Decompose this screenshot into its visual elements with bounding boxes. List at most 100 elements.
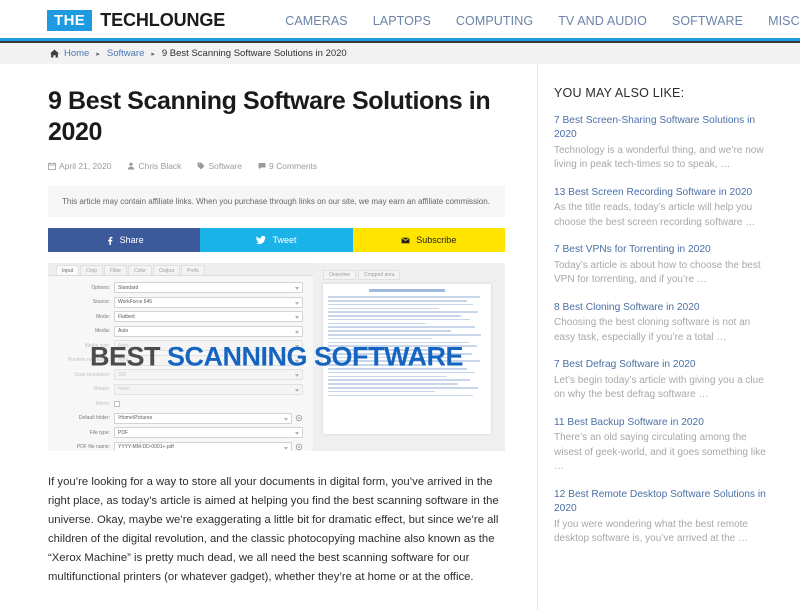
scanner-field-default-folder: Default folder: \Home\Pictures bbox=[52, 412, 303, 424]
calendar-icon bbox=[48, 162, 56, 170]
meta-date-text: April 21, 2020 bbox=[59, 161, 112, 171]
home-icon bbox=[50, 49, 59, 58]
overlay-text-first: BEST bbox=[89, 341, 167, 372]
scanner-field-file-type-label: File type: bbox=[89, 429, 110, 436]
doc-line bbox=[328, 375, 447, 378]
scanner-field-rotate-value: None bbox=[114, 383, 304, 395]
gear-icon-2 bbox=[295, 444, 303, 451]
sidebar-excerpt-remote-desktop: If you were wondering what the best remo… bbox=[554, 518, 748, 545]
article-column: 9 Best Scanning Software Solutions in 20… bbox=[0, 64, 537, 610]
doc-line bbox=[328, 318, 471, 321]
meta-date: April 21, 2020 bbox=[48, 161, 111, 171]
sidebar-link-backup[interactable]: 11 Best Backup Software in 2020 bbox=[554, 416, 770, 430]
sidebar-excerpt-screen-sharing: Technology is a wonderful thing, and we’… bbox=[554, 144, 764, 171]
scanner-field-options: Options: Standard bbox=[52, 282, 304, 294]
content-wrapper: 9 Best Scanning Software Solutions in 20… bbox=[0, 64, 800, 610]
overlay-text-second: SCANNING SOFTWARE bbox=[167, 341, 464, 372]
scanner-tab-filter: Filter bbox=[103, 265, 128, 276]
nav-item-laptops[interactable]: LAPTOPS bbox=[373, 14, 431, 28]
site-logo[interactable]: THE TECHLOUNGE bbox=[47, 9, 226, 32]
meta-comments: 9 Comments bbox=[258, 161, 317, 171]
share-twitter-button[interactable]: Tweet bbox=[200, 228, 353, 253]
facebook-icon bbox=[107, 236, 113, 245]
scanner-tab-prefs: Prefs bbox=[181, 265, 205, 276]
twitter-icon bbox=[256, 236, 267, 245]
scanner-field-file-type-value: PDF bbox=[114, 427, 304, 439]
sidebar-excerpt-backup: There’s an old saying circulating among … bbox=[554, 432, 766, 473]
sidebar-link-screen-sharing[interactable]: 7 Best Screen-Sharing Software Solutions… bbox=[554, 114, 770, 143]
sidebar-excerpt-defrag: Let’s begin today’s article with giving … bbox=[554, 374, 764, 401]
scanner-tab-output: Output bbox=[153, 265, 181, 276]
site-header: THE TECHLOUNGE CAMERAS LAPTOPS COMPUTING… bbox=[0, 0, 800, 41]
document-tab-cropped-area: Cropped area bbox=[357, 270, 401, 281]
subscribe-button[interactable]: Subscribe bbox=[352, 228, 505, 253]
scanner-field-default-folder-value: \Home\Pictures bbox=[114, 412, 293, 424]
scanner-field-media-value: Auto bbox=[114, 325, 304, 337]
scanner-field-pdf-file-name-value: YYYY-MM-DD-0001+.pdf bbox=[114, 441, 293, 452]
list-item: 7 Best Defrag Software in 2020 Let’s beg… bbox=[554, 358, 770, 402]
doc-line bbox=[328, 337, 433, 340]
scanner-field-options-label: Options: bbox=[91, 284, 110, 291]
user-icon bbox=[128, 162, 135, 170]
page-title: 9 Best Scanning Software Solutions in 20… bbox=[48, 87, 491, 146]
tag-icon bbox=[197, 162, 205, 170]
scanner-tab-bar: Input Crop Filter Color Output Prefs bbox=[48, 263, 314, 277]
logo-wordmark: TECHLOUNGE bbox=[100, 10, 226, 30]
sidebar-excerpt-screen-recording: As the title reads, today’s article will… bbox=[554, 202, 756, 228]
scanner-field-file-type: File type: PDF bbox=[52, 427, 304, 439]
scanner-field-default-folder-label: Default folder: bbox=[78, 415, 110, 422]
breadcrumb-home[interactable]: Home bbox=[64, 48, 89, 59]
share-twitter-label: Tweet bbox=[272, 235, 297, 246]
sidebar-link-cloning[interactable]: 8 Best Cloning Software in 2020 bbox=[554, 301, 770, 315]
doc-line bbox=[328, 334, 482, 336]
list-item: 7 Best Screen-Sharing Software Solutions… bbox=[554, 114, 770, 173]
list-item: 11 Best Backup Software in 2020 There’s … bbox=[554, 416, 770, 475]
doc-line bbox=[328, 394, 474, 397]
breadcrumb-current: 9 Best Scanning Software Solutions in 20… bbox=[161, 48, 347, 59]
envelope-icon bbox=[401, 237, 410, 243]
meta-comments-text[interactable]: 9 Comments bbox=[269, 161, 317, 171]
sidebar-link-remote-desktop[interactable]: 12 Best Remote Desktop Software Solution… bbox=[554, 488, 770, 517]
doc-line bbox=[328, 303, 474, 306]
logo-badge: THE bbox=[47, 9, 93, 32]
doc-line bbox=[328, 330, 452, 332]
meta-category-text[interactable]: Software bbox=[208, 161, 242, 171]
scanner-field-mirror: Mirror: bbox=[52, 398, 303, 409]
breadcrumb-category[interactable]: Software bbox=[107, 48, 145, 59]
scanner-tab-input: Input bbox=[56, 265, 80, 276]
sidebar-excerpt-cloning: Choosing the best cloning software is no… bbox=[554, 317, 751, 343]
article-meta: April 21, 2020 Chris Black Software 9 Co… bbox=[48, 161, 505, 171]
nav-item-tv-and-audio[interactable]: TV AND AUDIO bbox=[558, 14, 647, 28]
nav-item-computing[interactable]: COMPUTING bbox=[456, 14, 533, 28]
doc-line bbox=[328, 299, 468, 302]
featured-image: Input Crop Filter Color Output Prefs Opt… bbox=[48, 263, 505, 452]
doc-line bbox=[328, 390, 436, 393]
breadcrumb-separator-1: ▸ bbox=[96, 50, 100, 58]
doc-line bbox=[328, 296, 480, 298]
doc-line bbox=[328, 315, 461, 317]
sidebar-link-defrag[interactable]: 7 Best Defrag Software in 2020 bbox=[554, 358, 770, 372]
doc-line bbox=[328, 322, 426, 325]
scanner-field-mode-label: Mode: bbox=[96, 313, 110, 320]
share-facebook-label: Share bbox=[119, 235, 144, 246]
share-facebook-button[interactable]: Share bbox=[48, 228, 201, 253]
scanner-field-source: Source: WorkForce 645 bbox=[52, 296, 304, 308]
sidebar-link-screen-recording[interactable]: 13 Best Screen Recording Software in 202… bbox=[554, 186, 770, 200]
nav-item-software[interactable]: SOFTWARE bbox=[672, 14, 743, 28]
scanner-field-mode: Mode: Flatbed bbox=[52, 311, 304, 323]
meta-author-text[interactable]: Chris Black bbox=[138, 161, 181, 171]
doc-line bbox=[328, 379, 471, 381]
doc-line bbox=[328, 326, 475, 329]
comment-icon bbox=[258, 163, 266, 170]
nav-item-misc[interactable]: MISC bbox=[768, 14, 800, 28]
page-root: THE TECHLOUNGE CAMERAS LAPTOPS COMPUTING… bbox=[0, 0, 800, 610]
nav-item-cameras[interactable]: CAMERAS bbox=[285, 14, 348, 28]
scanner-field-source-value: WorkForce 645 bbox=[114, 296, 304, 308]
meta-category: Software bbox=[197, 161, 242, 171]
sidebar-excerpt-vpn-torrenting: Today’s article is about how to choose t… bbox=[554, 259, 761, 286]
doc-line bbox=[328, 307, 439, 310]
subscribe-label: Subscribe bbox=[416, 235, 457, 246]
document-tab-bar: Overview Cropped area bbox=[323, 270, 491, 281]
doc-line bbox=[328, 386, 479, 389]
sidebar-link-vpn-torrenting[interactable]: 7 Best VPNs for Torrenting in 2020 bbox=[554, 243, 770, 257]
